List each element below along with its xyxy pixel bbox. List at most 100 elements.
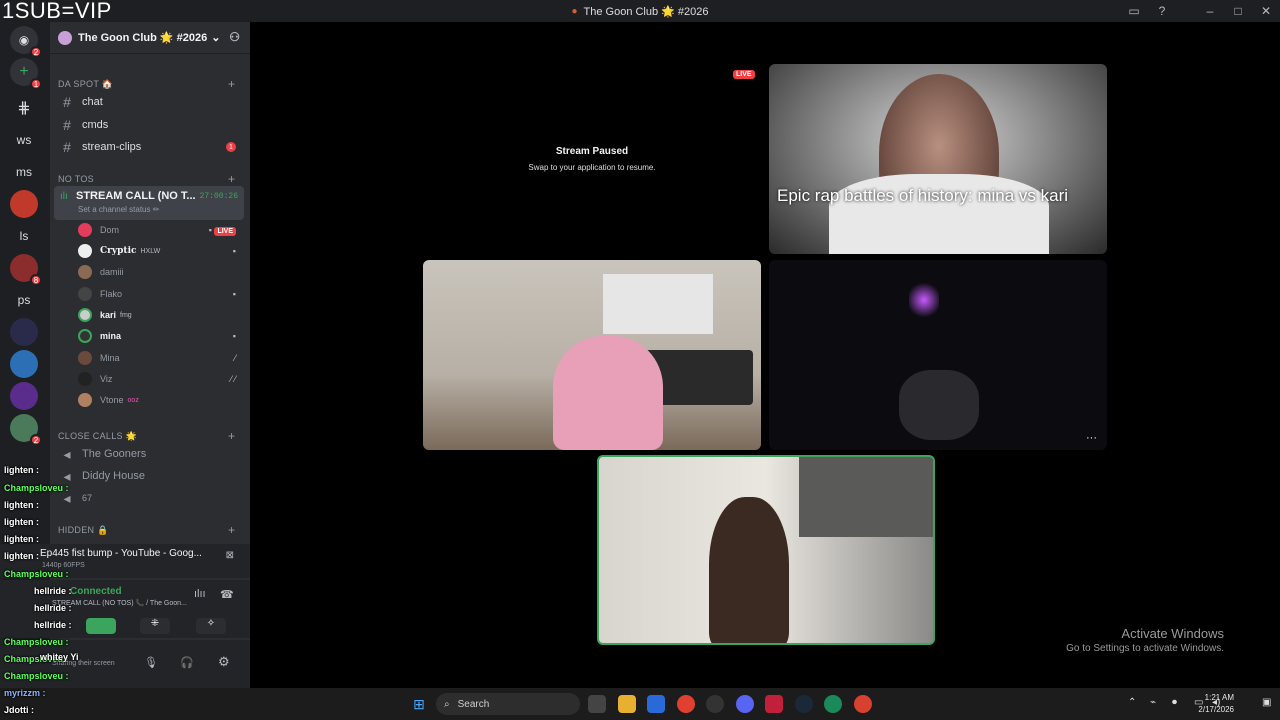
add-channel-icon[interactable]: + — [228, 172, 235, 186]
guild-icon — [58, 30, 72, 45]
channel-chat[interactable]: # chat — [58, 92, 244, 112]
category-hidden[interactable]: HIDDEN 🔒 + — [58, 523, 235, 537]
file-explorer-icon[interactable] — [618, 695, 636, 713]
server-blue[interactable] — [10, 350, 38, 378]
chat-overlay-line: lighten : — [4, 534, 39, 544]
chat-overlay-line: Champsloveu : — [4, 569, 69, 579]
voice-user[interactable]: Flako ▪ — [78, 284, 244, 304]
stream-tile-speaking[interactable] — [597, 455, 935, 645]
voice-user[interactable]: mina ▪ — [78, 326, 244, 346]
inbox-icon[interactable]: ▭ — [1120, 4, 1148, 18]
voice-user[interactable]: Mina ⁄ — [78, 348, 244, 368]
server-red[interactable] — [10, 190, 38, 218]
chat-overlay-line: myrizzm : — [4, 688, 46, 698]
voice-user[interactable]: Dom ▪ LIVE — [78, 220, 244, 240]
chevron-up-icon[interactable]: ⌃ — [1128, 697, 1136, 708]
stream-tile-paused[interactable]: Stream Paused Swap to your application t… — [423, 64, 761, 254]
store-icon[interactable] — [647, 695, 665, 713]
category-close-calls[interactable]: CLOSE CALLS 🌟 + — [58, 429, 235, 443]
start-button[interactable]: ⊞ — [410, 695, 428, 713]
maximize-button[interactable]: □ — [1224, 4, 1252, 18]
home-button[interactable]: ◉ 2 — [10, 26, 42, 58]
channel-stream-clips[interactable]: # stream-clips 1 — [58, 137, 244, 157]
add-channel-icon[interactable]: + — [228, 77, 235, 91]
window-blinds — [603, 274, 713, 334]
close-activity-icon[interactable]: ⊠ — [226, 550, 234, 561]
voice-user[interactable]: Vtone ooz — [78, 390, 244, 410]
server-ps[interactable]: ps — [10, 286, 38, 314]
server-avatar[interactable]: 8 — [10, 254, 42, 286]
stream-tile-video[interactable]: Epic rap battles of history: mina vs kar… — [769, 64, 1107, 254]
add-channel-icon[interactable]: + — [228, 429, 235, 443]
chevron-down-icon: ⌄ — [211, 32, 221, 44]
chrome-icon[interactable] — [677, 695, 695, 713]
voice-user[interactable]: Cryptic HXLW ▪ — [78, 241, 244, 261]
minimize-button[interactable]: – — [1196, 4, 1224, 18]
chat-overlay-line: hellride : — [34, 620, 72, 630]
discord-icon[interactable] — [736, 695, 754, 713]
voice-channel[interactable]: ◂ Diddy House — [58, 466, 244, 486]
voice-channel[interactable]: ◂ 67 — [58, 488, 244, 508]
voice-user[interactable]: kari fmg — [78, 305, 244, 325]
server-ls[interactable]: ls — [10, 222, 38, 250]
app-icon[interactable] — [706, 695, 724, 713]
chat-overlay-line: hellride : — [34, 586, 72, 596]
hash-icon: # — [63, 117, 71, 133]
camera-button[interactable] — [86, 618, 116, 634]
chat-overlay-line: Champsloveu : — [4, 637, 69, 647]
steam-icon[interactable] — [795, 695, 813, 713]
noise-suppression-icon[interactable]: ılıı — [194, 588, 206, 600]
add-member-icon[interactable]: ⚇ — [229, 30, 240, 44]
speaker-icon: ◂ — [63, 467, 71, 484]
disconnect-icon[interactable]: ☎ — [220, 588, 234, 601]
microphone-icon[interactable]: ⏺ — [1172, 697, 1177, 708]
cabinets-shape — [799, 457, 933, 537]
voice-channel[interactable]: ◂ The Gooners — [58, 444, 244, 464]
voice-user[interactable]: damiii — [78, 262, 244, 282]
rgb-light — [909, 280, 939, 320]
deafen-icon: ⁄ ⁄ — [230, 374, 236, 384]
live-badge: LIVE — [214, 227, 236, 236]
chrome-icon[interactable] — [824, 695, 842, 713]
more-options-icon[interactable]: ··· — [1086, 432, 1097, 444]
person-figure — [553, 336, 663, 450]
server-dark[interactable] — [10, 318, 38, 346]
avatar — [78, 244, 92, 258]
network-icon[interactable]: ⌁ — [1150, 697, 1156, 708]
server-icon-hash[interactable]: ⋕ — [10, 94, 38, 122]
guild-header[interactable]: The Goon Club 🌟 #2026 ⌄ ⚇ — [50, 22, 250, 54]
chat-overlay-line: Champsloveu : — [4, 671, 69, 681]
soundboard-button[interactable]: ✧ — [196, 618, 226, 634]
headphones-icon[interactable]: 🎧 — [180, 656, 194, 669]
gear-icon[interactable]: ⚙ — [218, 654, 230, 670]
search-input[interactable]: ⌕ Search — [436, 693, 580, 715]
activate-windows-sub: Go to Settings to activate Windows. — [1066, 643, 1224, 654]
camera-icon: ▪ — [208, 225, 212, 235]
adobe-icon[interactable] — [765, 695, 783, 713]
microphone-icon[interactable]: 🎙 — [144, 656, 158, 669]
server-ws[interactable]: ws — [10, 126, 38, 154]
stream-overlay-tag: 1SUB=VIP — [2, 0, 112, 23]
channel-cmds[interactable]: # cmds — [58, 115, 244, 135]
stream-tile-camera[interactable] — [423, 260, 761, 450]
server-ms[interactable]: ms — [10, 158, 38, 186]
clock[interactable]: 1:21 AM 2/17/2026 — [1198, 692, 1234, 716]
notification-icon[interactable]: ▣ — [1262, 697, 1271, 708]
category-da-spot[interactable]: DA SPOT 🏠 + — [58, 77, 235, 91]
unread-badge: 1 — [226, 142, 236, 152]
voice-user[interactable]: Viz ⁄ ⁄ — [78, 369, 244, 389]
help-icon[interactable]: ? — [1148, 4, 1176, 18]
chrome-icon[interactable] — [854, 695, 872, 713]
hash-icon: # — [63, 139, 71, 155]
stream-tile-dark-room[interactable]: ··· — [769, 260, 1107, 450]
add-server-button[interactable]: + 1 — [10, 58, 42, 90]
category-no-tos[interactable]: NO TOS + — [58, 172, 235, 186]
add-channel-icon[interactable]: + — [228, 523, 235, 537]
person-figure — [709, 497, 789, 643]
voice-channel-stream-call[interactable]: ılı STREAM CALL (NO T... Set a channel s… — [54, 186, 244, 220]
task-view-icon[interactable] — [588, 695, 606, 713]
server-purple[interactable] — [10, 382, 38, 410]
server-green[interactable]: 2 — [10, 414, 42, 446]
activities-button[interactable]: ⁜ — [140, 618, 170, 634]
close-button[interactable]: ✕ — [1252, 4, 1280, 18]
